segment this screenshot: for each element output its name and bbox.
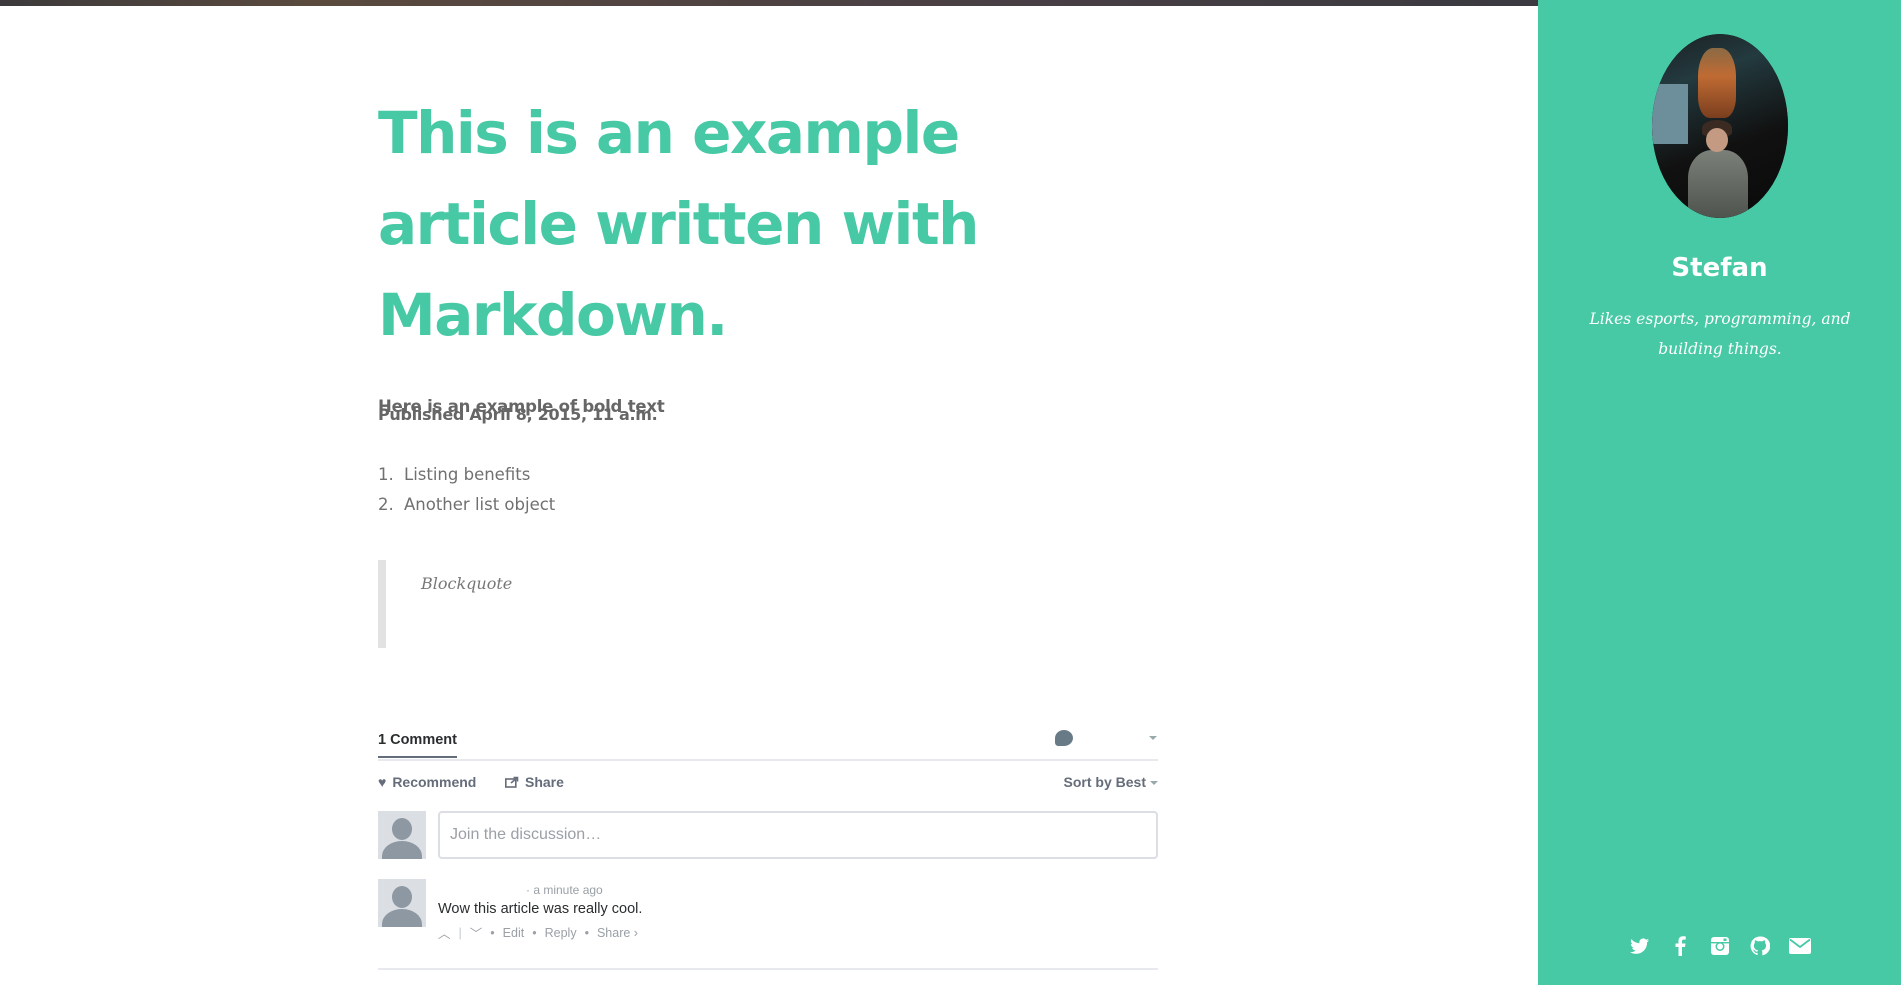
downvote-icon[interactable]: ﹀: [470, 923, 483, 942]
avatar: [378, 811, 426, 859]
article: This is an example article written with …: [378, 88, 1158, 648]
article-title: This is an example article written with …: [378, 99, 979, 349]
heart-icon: ♥: [378, 774, 387, 790]
edit-link[interactable]: Edit: [503, 926, 525, 940]
main-content: This is an example article written with …: [0, 0, 1538, 985]
comments-tabs: 1 Comment: [378, 728, 1158, 761]
profile-bio: Likes esports, programming, and building…: [1589, 310, 1851, 358]
social-links: [1538, 935, 1901, 957]
comments-actions: ♥ Recommend Share Sort by Best: [378, 761, 1158, 811]
instagram-icon[interactable]: [1709, 935, 1731, 957]
user-menu-caret-icon[interactable]: [1149, 736, 1157, 740]
list-item: 2. Another list object: [378, 495, 556, 514]
facebook-icon[interactable]: [1669, 935, 1691, 957]
comment-text: Wow this article was really cool.: [438, 901, 643, 917]
reply-link[interactable]: Reply: [545, 926, 577, 940]
recommend-button[interactable]: ♥ Recommend: [378, 774, 476, 790]
avatar[interactable]: [378, 879, 426, 927]
share-icon: [505, 776, 519, 788]
profile-photo: [1652, 34, 1788, 218]
profile-name: Stefan: [1671, 253, 1768, 283]
bold-text: Here is an example of bold text: [378, 397, 665, 416]
comments-section: 1 Comment ♥ Recommend Share Sort by Best: [378, 728, 1158, 970]
comment-post: · a minute ago Wow this article was real…: [378, 879, 1158, 959]
twitter-icon[interactable]: [1629, 935, 1651, 957]
blockquote: Blockquote: [378, 560, 1158, 648]
comment-composer: [378, 811, 1158, 879]
email-icon[interactable]: [1788, 935, 1811, 957]
comment-count-tab[interactable]: 1 Comment: [378, 732, 457, 758]
github-icon[interactable]: [1749, 935, 1771, 957]
divider: [378, 968, 1158, 970]
sort-dropdown[interactable]: Sort by Best: [1064, 774, 1158, 790]
chevron-down-icon: [1150, 781, 1158, 785]
list-item: 1. Listing benefits: [378, 465, 531, 484]
comment-footer: ︿ | ﹀ • Edit • Reply • Share ›: [438, 923, 638, 942]
share-link[interactable]: Share ›: [597, 926, 638, 940]
upvote-icon[interactable]: ︿: [438, 923, 451, 942]
join-discussion-input[interactable]: [438, 811, 1158, 859]
article-list: 1. Listing benefits 2. Another list object: [378, 465, 555, 525]
share-button[interactable]: Share: [505, 774, 564, 790]
profile-sidebar: Stefan Likes esports, programming, and b…: [1538, 0, 1901, 985]
comment-timestamp[interactable]: · a minute ago: [526, 883, 603, 897]
notification-bubble-icon[interactable]: [1055, 730, 1073, 746]
